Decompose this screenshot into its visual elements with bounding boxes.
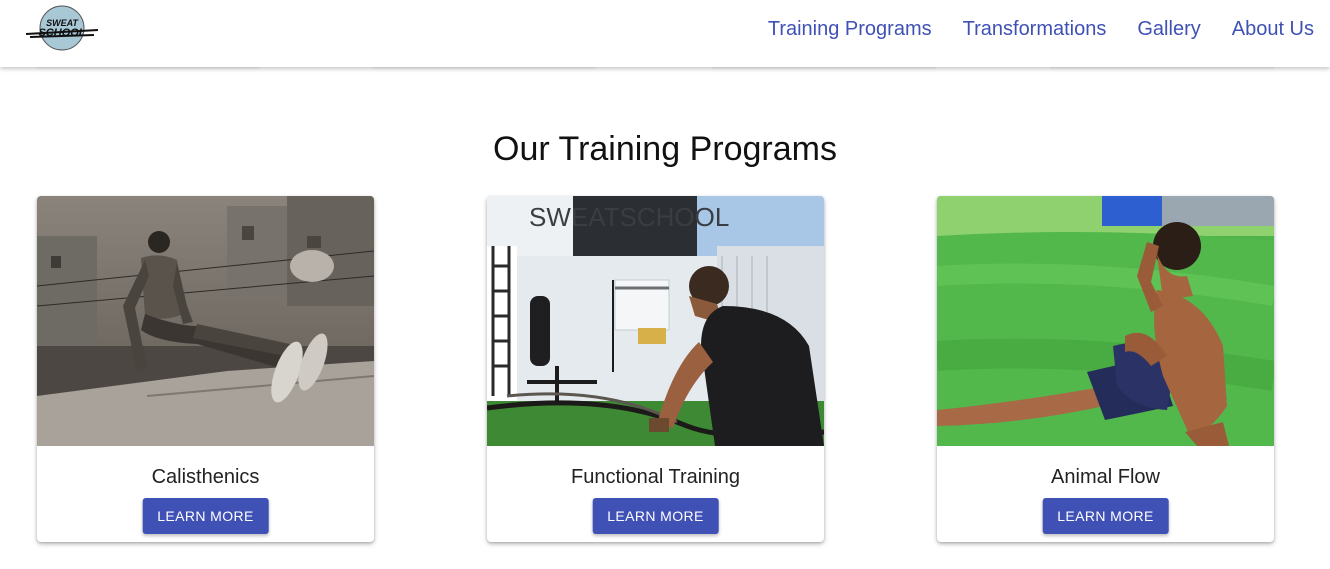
card-title: Animal Flow — [1051, 466, 1160, 488]
functional-training-image: SWEATSCHOOL — [487, 196, 824, 446]
learn-more-button[interactable]: LEARN MORE — [1042, 498, 1169, 534]
calisthenics-image — [37, 196, 374, 446]
gym-sign-text: SWEATSCHOOL — [529, 202, 729, 232]
nav-gallery[interactable]: Gallery — [1137, 16, 1200, 42]
nav-training-programs[interactable]: Training Programs — [768, 16, 932, 42]
card-title: Functional Training — [571, 466, 740, 488]
main-nav: Training Programs Transformations Galler… — [768, 16, 1314, 42]
brand-logo[interactable]: SWEAT SCHOOL — [24, 4, 102, 52]
animal-flow-image — [937, 196, 1274, 446]
nav-transformations[interactable]: Transformations — [963, 16, 1107, 42]
svg-text:SCHOOL: SCHOOL — [38, 27, 85, 39]
page-title: Our Training Programs — [493, 130, 837, 168]
program-card-functional-training[interactable]: SWEATSCHOOL Functional Training LEARN MO… — [487, 196, 824, 542]
top-navbar: SWEAT SCHOOL Training Programs Transform… — [0, 0, 1330, 67]
program-card-calisthenics[interactable]: Calisthenics LEARN MORE — [37, 196, 374, 542]
nav-about-us[interactable]: About Us — [1232, 16, 1314, 42]
learn-more-button[interactable]: LEARN MORE — [592, 498, 719, 534]
program-card-animal-flow[interactable]: Animal Flow LEARN MORE — [937, 196, 1274, 542]
learn-more-button[interactable]: LEARN MORE — [142, 498, 269, 534]
card-title: Calisthenics — [151, 466, 260, 488]
